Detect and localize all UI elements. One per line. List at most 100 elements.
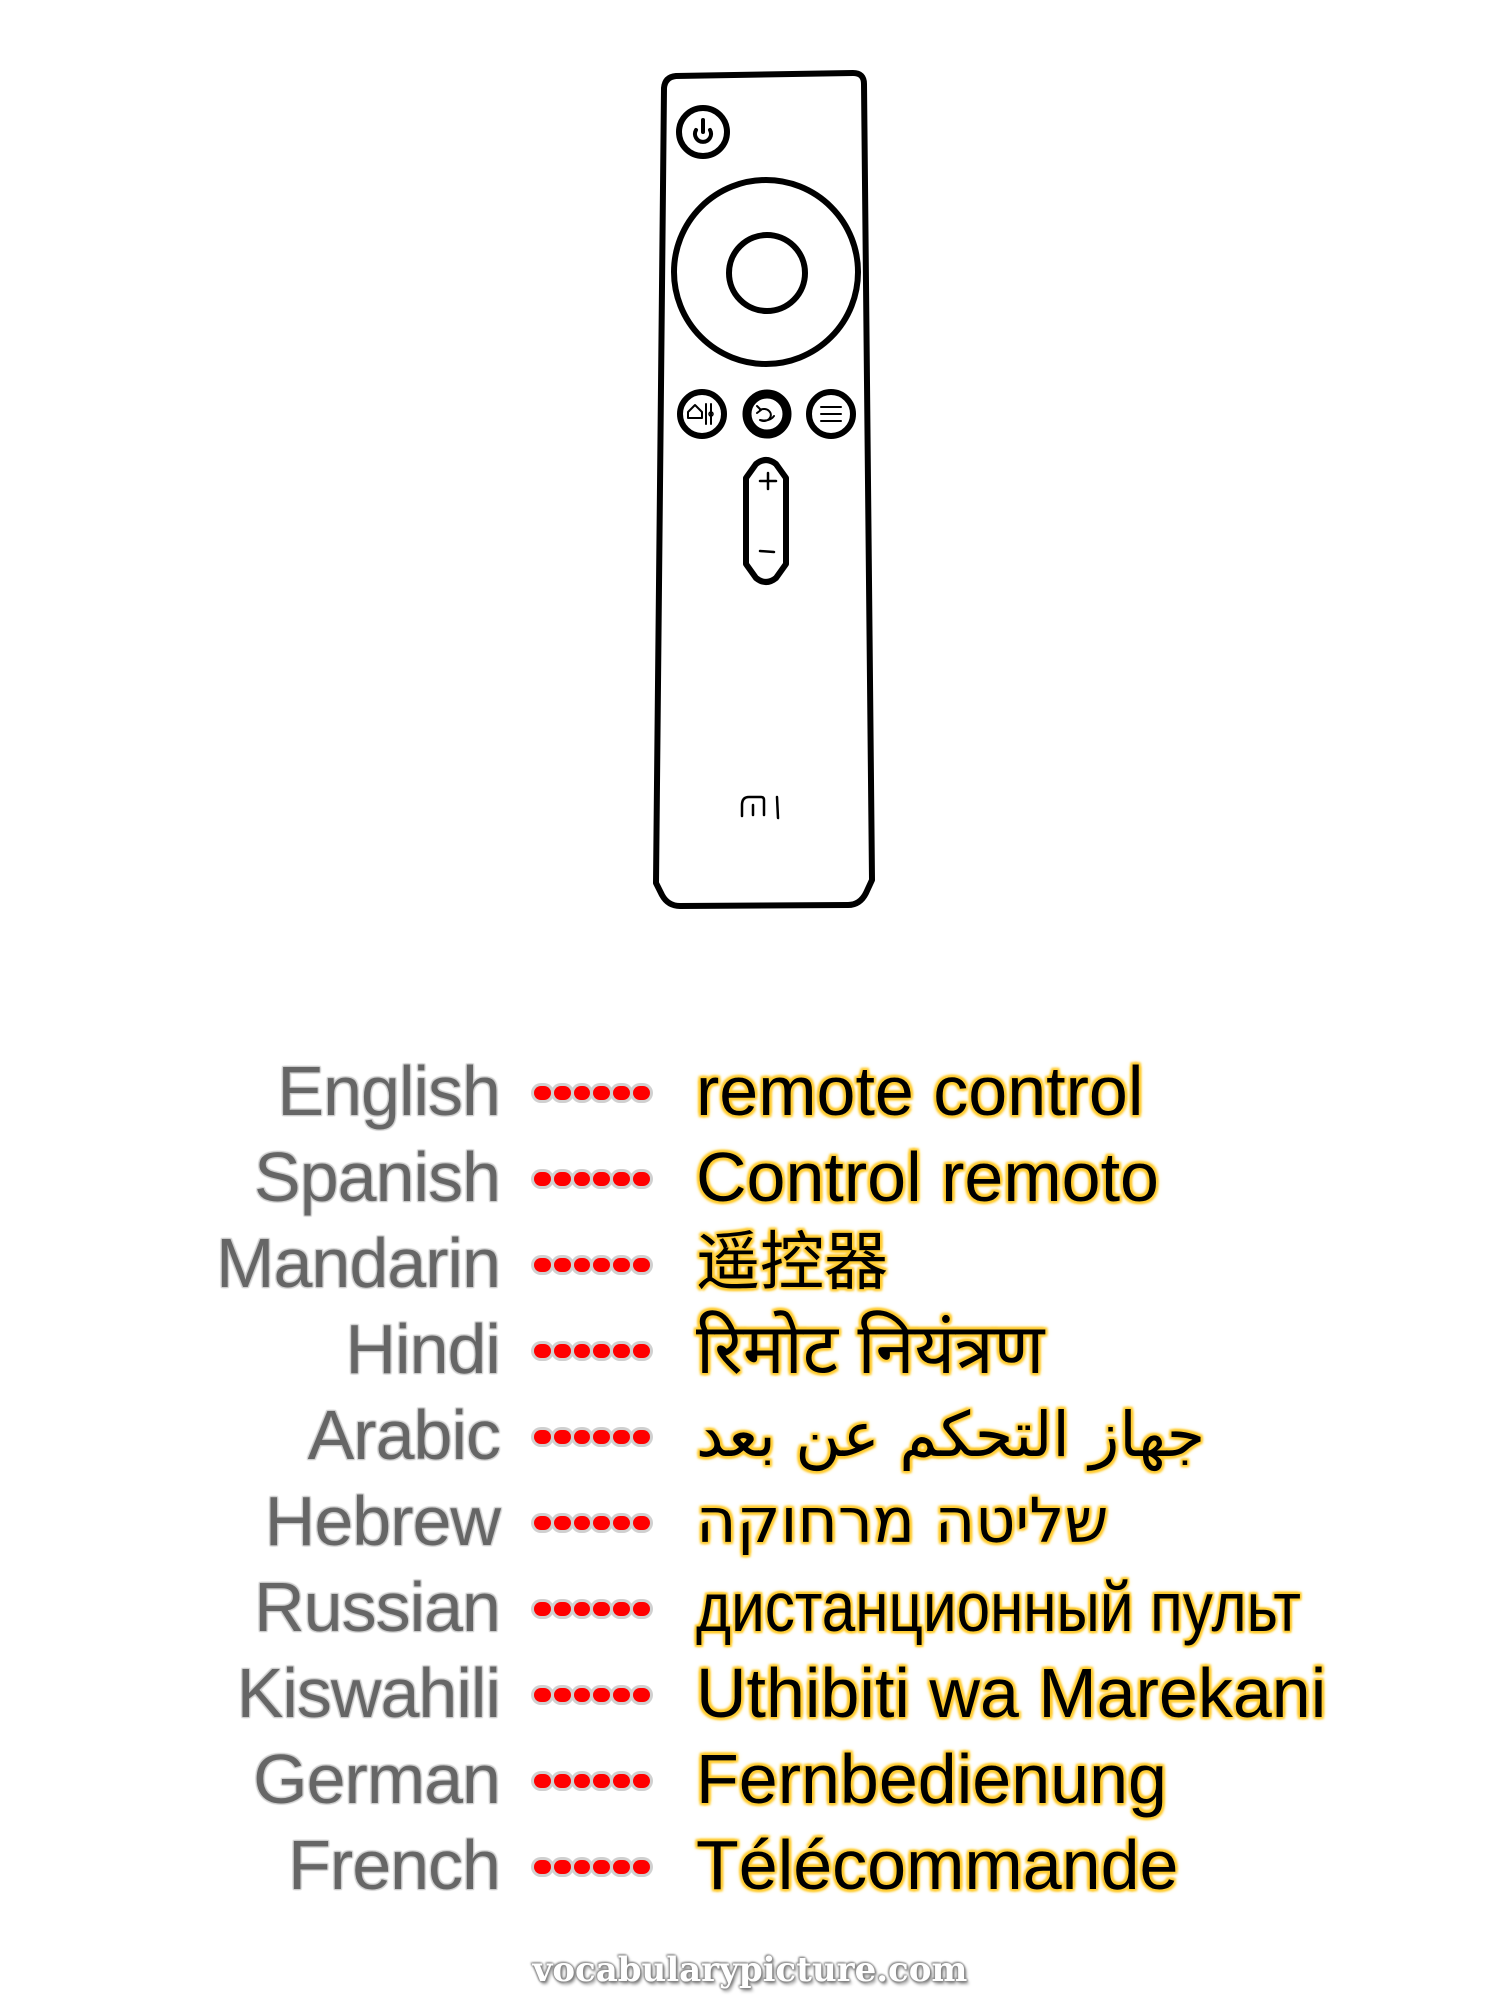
dash-segment — [573, 1774, 591, 1788]
dash-segment — [573, 1860, 591, 1874]
dash-segment — [534, 1086, 551, 1100]
dash-separator — [534, 1516, 650, 1530]
dash-segment — [573, 1516, 591, 1530]
dash-segment — [593, 1172, 611, 1186]
dash-segment — [573, 1344, 591, 1358]
dash-segment — [553, 1602, 571, 1616]
dash-separator — [534, 1430, 650, 1444]
language-label: Hebrew — [264, 1482, 501, 1560]
dash-segment — [534, 1774, 551, 1788]
dash-separator — [534, 1086, 650, 1100]
vocabulary-row: French Télécommande — [0, 1822, 1500, 1908]
dash-segment — [593, 1774, 611, 1788]
dash-segment — [633, 1602, 650, 1616]
remote-body — [653, 70, 875, 909]
language-label: Hindi — [345, 1310, 501, 1388]
dash-segment — [593, 1688, 611, 1702]
dash-segment — [613, 1344, 631, 1358]
dash-segment — [553, 1172, 571, 1186]
dash-segment — [593, 1258, 611, 1272]
translation-text: Control remoto — [696, 1138, 1159, 1216]
volume-rocker — [743, 457, 789, 585]
dpad-ring — [671, 177, 861, 367]
dash-segment — [593, 1516, 611, 1530]
dash-segment — [534, 1602, 551, 1616]
dash-separator — [534, 1344, 650, 1358]
dash-segment — [534, 1258, 551, 1272]
dash-segment — [613, 1602, 631, 1616]
home-icon — [677, 389, 727, 439]
dash-segment — [633, 1086, 650, 1100]
dash-segment — [553, 1344, 571, 1358]
mi-logo — [740, 795, 780, 820]
dash-segment — [613, 1774, 631, 1788]
dash-segment — [534, 1430, 551, 1444]
dash-segment — [553, 1086, 571, 1100]
dash-segment — [534, 1172, 551, 1186]
dash-separator — [534, 1774, 650, 1788]
dash-segment — [593, 1430, 611, 1444]
dash-segment — [633, 1860, 650, 1874]
translation-text: 遥控器 — [696, 1226, 888, 1300]
dash-segment — [593, 1602, 611, 1616]
dash-segment — [633, 1172, 650, 1186]
dash-segment — [553, 1688, 571, 1702]
dash-segment — [534, 1688, 551, 1702]
dash-segment — [573, 1086, 591, 1100]
translation-text: дистанционный пульт — [696, 1568, 1301, 1646]
dash-segment — [593, 1860, 611, 1874]
dash-segment — [573, 1172, 591, 1186]
back-icon — [742, 389, 792, 439]
dash-separator — [534, 1258, 650, 1272]
language-label: French — [288, 1826, 501, 1904]
vocabulary-row: Hebrew שליטה מרחוקה — [0, 1478, 1500, 1564]
dash-separator — [534, 1688, 650, 1702]
language-label: Kiswahili — [236, 1654, 501, 1732]
dash-segment — [613, 1258, 631, 1272]
vocabulary-row: Spanish Control remoto — [0, 1134, 1500, 1220]
language-label: English — [277, 1052, 501, 1130]
dash-segment — [613, 1688, 631, 1702]
translation-text: remote control — [696, 1052, 1144, 1130]
dash-segment — [633, 1688, 650, 1702]
dash-segment — [553, 1774, 571, 1788]
language-label: Spanish — [254, 1138, 501, 1216]
dash-separator — [534, 1860, 650, 1874]
dash-segment — [534, 1860, 551, 1874]
dash-segment — [573, 1258, 591, 1272]
dash-segment — [553, 1430, 571, 1444]
translation-text: שליטה מרחוקה — [696, 1484, 1109, 1557]
dash-segment — [553, 1860, 571, 1874]
footer-site-watermark: vocabularypicture.com — [532, 1950, 968, 1990]
dash-segment — [573, 1430, 591, 1444]
dash-separator — [534, 1172, 650, 1186]
dash-segment — [593, 1344, 611, 1358]
dash-segment — [633, 1258, 650, 1272]
translation-text: Uthibiti wa Marekani — [696, 1654, 1327, 1732]
dpad-center-button — [726, 232, 808, 314]
dash-segment — [573, 1688, 591, 1702]
menu-icon — [806, 389, 856, 439]
vocabulary-row: Kiswahili Uthibiti wa Marekani — [0, 1650, 1500, 1736]
language-label: German — [253, 1740, 501, 1818]
dash-separator — [534, 1602, 650, 1616]
translation-text: Fernbedienung — [696, 1740, 1167, 1818]
translation-text: Télécommande — [696, 1826, 1179, 1904]
vocabulary-row: English remote control — [0, 1048, 1500, 1134]
remote-control-illustration — [653, 70, 875, 909]
vocabulary-row: Hindi रिमोट नियंत्रण — [0, 1306, 1500, 1392]
volume-minus-icon — [758, 549, 776, 554]
dash-segment — [613, 1860, 631, 1874]
dash-segment — [534, 1344, 551, 1358]
dash-segment — [613, 1172, 631, 1186]
power-icon — [676, 105, 730, 159]
dash-segment — [633, 1430, 650, 1444]
dash-segment — [633, 1344, 650, 1358]
vocabulary-row: Mandarin 遥控器 — [0, 1220, 1500, 1306]
dash-segment — [633, 1516, 650, 1530]
vocabulary-row: Arabic جهاز التحكم عن بعد — [0, 1392, 1500, 1478]
language-label: Mandarin — [216, 1224, 501, 1302]
translation-text: रिमोट नियंत्रण — [696, 1310, 1045, 1388]
dash-segment — [553, 1516, 571, 1530]
translation-text: جهاز التحكم عن بعد — [696, 1398, 1206, 1471]
